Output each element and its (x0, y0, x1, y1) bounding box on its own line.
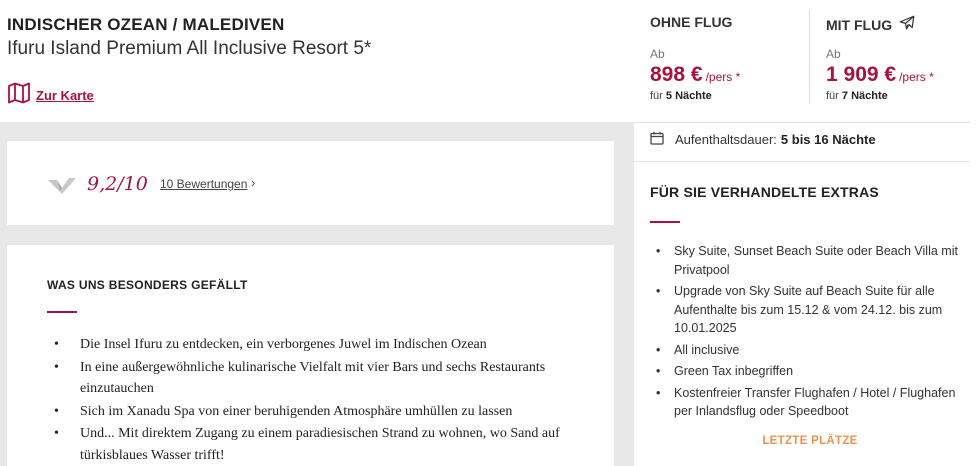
with-flight-label: MIT FLUG (826, 16, 893, 33)
stay-value: 5 bis 16 Nächte (780, 132, 876, 147)
list-item: Sky Suite, Sunset Beach Suite oder Beach… (650, 242, 960, 279)
list-item: Kostenfreier Transfer Flughafen / Hotel … (650, 384, 960, 421)
price-per-person: /pers * (705, 70, 741, 84)
airplane-icon (892, 14, 916, 35)
price-without-flight[interactable]: OHNE FLUG Ab 898 €/pers * für 5 Nächte (634, 10, 810, 104)
price-value: 1 909 €/pers * (826, 63, 934, 87)
rating-card: 9,2/10 10 Bewertungen › (7, 141, 614, 225)
list-item: Die Insel Ifuru zu entdecken, ein verbor… (47, 334, 587, 356)
map-link[interactable]: Zur Karte (7, 82, 94, 109)
nights-prefix: für (650, 90, 663, 102)
hotel-details-column: INDISCHER OZEAN / MALEDIVEN Ifuru Island… (0, 0, 634, 466)
map-icon (7, 82, 31, 109)
list-item: In eine außergewöhnliche kulinarische Vi… (47, 357, 587, 400)
rating-logo-icon (47, 177, 77, 200)
price-amount: 898 € (650, 63, 703, 86)
divider (634, 161, 970, 162)
rating-score: 9,2/10 (87, 173, 148, 195)
highlights-title: WAS UNS BESONDERS GEFÄLLT (47, 278, 248, 292)
price-nights: für 7 Nächte (826, 90, 888, 102)
divider (634, 122, 970, 123)
calendar-icon (650, 131, 675, 148)
region-title: INDISCHER OZEAN / MALEDIVEN (7, 15, 285, 34)
price-from-label: Ab (826, 47, 841, 61)
list-item: Sich im Xanadu Spa von einer beruhigende… (47, 401, 587, 423)
chevron-right-icon[interactable]: › (251, 175, 255, 190)
price-amount: 1 909 € (826, 63, 897, 86)
price-from-label: Ab (650, 47, 665, 61)
map-link-label[interactable]: Zur Karte (36, 88, 94, 103)
nights-prefix: für (826, 90, 839, 102)
with-flight-header: MIT FLUG (826, 14, 916, 35)
highlights-card: WAS UNS BESONDERS GEFÄLLT Die Insel Ifur… (7, 245, 614, 466)
highlights-list: Die Insel Ifuru zu entdecken, ein verbor… (47, 334, 587, 466)
list-item: Und... Mit direktem Zugang zu einem para… (47, 423, 587, 466)
price-with-flight[interactable]: MIT FLUG Ab 1 909 €/pers * für 7 Nächte (810, 10, 976, 104)
stay-duration: Aufenthaltsdauer: 5 bis 16 Nächte (650, 131, 876, 148)
booking-sidebar: OHNE FLUG Ab 898 €/pers * für 5 Nächte M… (634, 0, 976, 466)
list-item: Upgrade von Sky Suite auf Beach Suite fü… (650, 282, 960, 338)
list-item: Green Tax inbegriffen (650, 362, 960, 381)
price-value: 898 €/pers * (650, 63, 740, 87)
highlights-divider (47, 311, 77, 313)
hotel-name: Ifuru Island Premium All Inclusive Resor… (7, 38, 372, 59)
last-places-badge: LETZTE PLÄTZE (762, 435, 858, 447)
list-item: All inclusive (650, 341, 960, 360)
nights-value: 5 Nächte (665, 90, 712, 102)
without-flight-label: OHNE FLUG (650, 14, 733, 30)
extras-list: Sky Suite, Sunset Beach Suite oder Beach… (650, 242, 960, 424)
stay-label: Aufenthaltsdauer: (675, 132, 777, 147)
extras-divider (650, 221, 680, 223)
nights-value: 7 Nächte (841, 90, 888, 102)
hotel-header: INDISCHER OZEAN / MALEDIVEN Ifuru Island… (0, 0, 634, 122)
reviews-link[interactable]: 10 Bewertungen (160, 177, 247, 191)
extras-title: FÜR SIE VERHANDELTE EXTRAS (650, 184, 879, 200)
price-nights: für 5 Nächte (650, 90, 712, 102)
price-per-person: /pers * (899, 70, 934, 84)
